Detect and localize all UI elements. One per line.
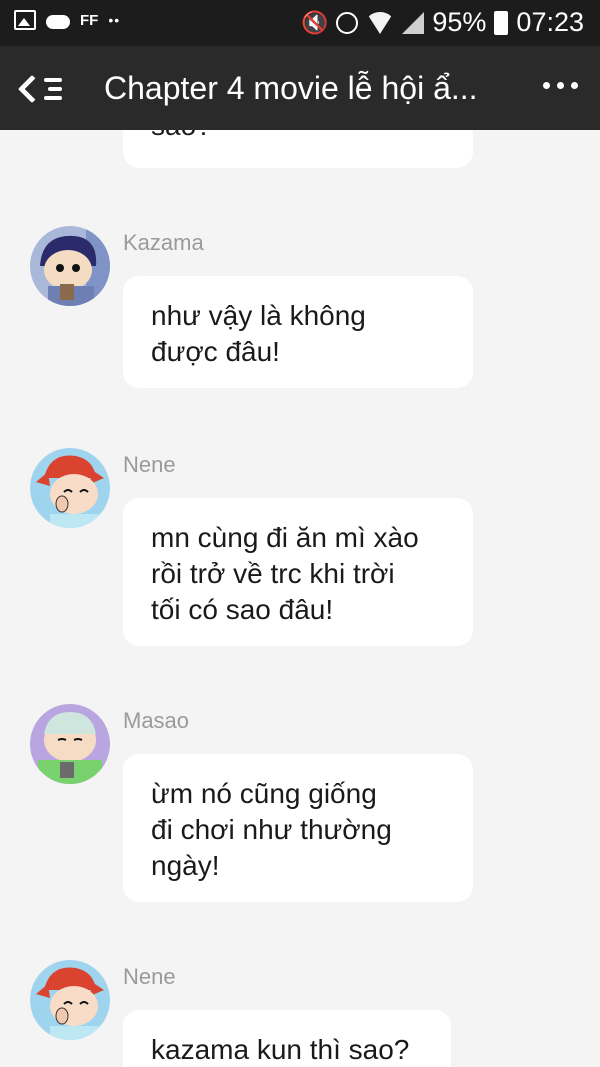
kazama-avatar[interactable]	[30, 226, 110, 306]
alarm-icon	[336, 11, 359, 34]
nene-avatar[interactable]	[30, 960, 110, 1040]
sender-name: Kazama	[123, 230, 204, 255]
cloud-icon	[46, 15, 70, 29]
signal-icon	[402, 11, 425, 34]
status-bar: FF •• 🔇 95% 07:23	[0, 0, 600, 46]
clock: 07:23	[516, 7, 584, 37]
status-right-icons: 🔇 95% 07:23	[301, 7, 584, 38]
list-icon	[44, 78, 62, 100]
more-button[interactable]	[543, 82, 578, 89]
battery-icon	[494, 10, 509, 35]
status-left-icons: FF ••	[14, 10, 120, 30]
page-title: Chapter 4 movie lễ hội ẩ...	[104, 70, 478, 106]
sender-name: Nene	[123, 964, 176, 989]
battery-percent: 95%	[432, 7, 487, 37]
back-chevron-icon	[17, 74, 47, 104]
ff-icon: FF	[80, 11, 99, 29]
message-bubble: như vậy là không được đâu!	[123, 276, 473, 388]
sender-name: Masao	[123, 708, 190, 733]
more-dots-icon: ••	[108, 12, 121, 28]
more-icon	[543, 82, 550, 89]
nene-avatar[interactable]	[30, 448, 110, 528]
sender-name: Nene	[123, 452, 176, 477]
mute-icon: 🔇	[300, 9, 329, 35]
back-button[interactable]	[14, 64, 70, 114]
wifi-icon	[366, 11, 395, 34]
image-icon	[14, 10, 36, 30]
app-header: Chapter 4 movie lễ hội ẩ...	[0, 46, 600, 130]
message-bubble: kazama kun thì sao?	[123, 1010, 451, 1067]
masao-avatar[interactable]	[30, 704, 110, 784]
message-bubble: mn cùng đi ăn mì xào rồi trở về trc khi …	[123, 498, 473, 646]
message-bubble: ừm nó cũng giống đi chơi như thường ngày…	[123, 754, 473, 902]
